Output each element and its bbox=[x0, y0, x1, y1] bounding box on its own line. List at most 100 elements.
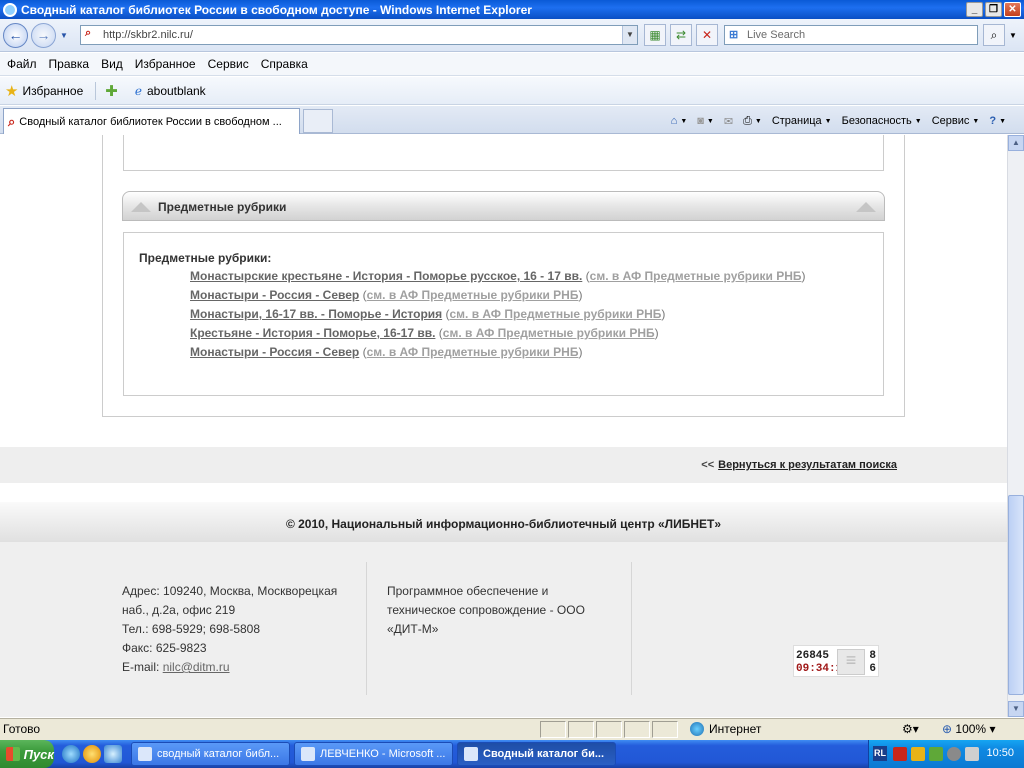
start-label: Пуск bbox=[23, 746, 54, 762]
status-pane bbox=[540, 721, 566, 738]
maximize-button[interactable]: ❐ bbox=[985, 2, 1002, 17]
collapse-right-icon[interactable] bbox=[856, 202, 876, 212]
section-title: Предметные рубрики bbox=[158, 200, 287, 214]
address-line: Адрес: 109240, Москва, Москворецкая bbox=[122, 584, 338, 598]
tray-app-icon[interactable] bbox=[947, 747, 961, 761]
language-indicator[interactable]: RL bbox=[873, 746, 887, 761]
subject-link[interactable]: Монастыри - Россия - Север bbox=[190, 288, 359, 302]
back-to-results-link[interactable]: Вернуться к результатам поиска bbox=[718, 459, 897, 471]
copyright-text: © 2010, Национальный информационно-библи… bbox=[285, 517, 722, 531]
rnb-subject-link[interactable]: см. в АФ Предметные рубрики РНБ bbox=[367, 288, 579, 302]
protected-mode-icon[interactable]: ⚙▾ bbox=[902, 722, 919, 736]
phone-line: Тел.: 698-5929; 698-5808 bbox=[122, 622, 261, 636]
scroll-up-icon[interactable]: ▲ bbox=[1008, 135, 1024, 151]
forward-arrow-icon[interactable]: → bbox=[31, 23, 56, 48]
tray-app-icon[interactable] bbox=[911, 747, 925, 761]
tray-volume-icon[interactable] bbox=[965, 747, 979, 761]
compatibility-view-icon[interactable]: ▦ bbox=[644, 24, 666, 46]
minimize-button[interactable]: _ bbox=[966, 2, 983, 17]
command-bar: ⌂ ▼ ◙ ▼ ✉ ⎙ ▼ Страница ▼ Безопасность ▼ Серви… bbox=[661, 110, 1006, 132]
subject-link[interactable]: Крестьяне - История - Поморье, 16-17 вв. bbox=[190, 326, 435, 340]
subjects-list: Монастырские крестьяне - История - Помор… bbox=[190, 269, 806, 364]
visit-counter[interactable]: 26845 09:34:11 ≡ 8 6 bbox=[793, 645, 879, 677]
email-link[interactable]: nilc@ditm.ru bbox=[163, 660, 230, 674]
close-button[interactable]: ✕ bbox=[1004, 2, 1021, 17]
favorites-button[interactable]: ★ Избранное bbox=[0, 82, 91, 100]
support-line: «ДИТ-М» bbox=[387, 622, 439, 636]
history-dropdown-icon[interactable]: ▼ bbox=[60, 31, 68, 40]
help-icon: ? bbox=[989, 115, 997, 127]
menu-edit[interactable]: Правка bbox=[44, 57, 95, 71]
back-arrow-icon[interactable]: ← bbox=[3, 23, 28, 48]
safety-menu[interactable]: Безопасность ▼ bbox=[842, 115, 922, 127]
rnb-subject-link[interactable]: см. в АФ Предметные рубрики РНБ bbox=[590, 269, 802, 283]
vertical-scrollbar[interactable]: ▲ ▼ bbox=[1007, 135, 1024, 717]
taskbar-button-ie-active[interactable]: Сводный каталог би... bbox=[457, 742, 616, 766]
address-url: http://skbr2.nilc.ru/ bbox=[103, 29, 193, 41]
search-placeholder: Live Search bbox=[747, 29, 806, 41]
new-tab-button[interactable] bbox=[303, 109, 333, 133]
address-input[interactable]: ⌕ http://skbr2.nilc.ru/ ▼ bbox=[80, 25, 638, 45]
address-dropdown-icon[interactable]: ▼ bbox=[622, 26, 637, 44]
menu-help[interactable]: Справка bbox=[256, 57, 313, 71]
print-button[interactable]: ⎙ ▼ bbox=[743, 115, 762, 128]
quicklaunch-media-player-icon[interactable] bbox=[83, 745, 101, 763]
fax-line: Факс: 625-9823 bbox=[122, 641, 207, 655]
windows-taskbar: Пуск сводный каталог библ... ЛЕВЧЕНКО - … bbox=[0, 740, 1024, 768]
paren-close: ) bbox=[578, 288, 583, 302]
menu-bar: Файл Правка Вид Избранное Сервис Справка bbox=[0, 53, 1024, 76]
start-button[interactable]: Пуск bbox=[0, 740, 54, 768]
subject-link[interactable]: Монастыри, 16-17 вв. - Поморье - История bbox=[190, 307, 442, 321]
menu-favorites[interactable]: Избранное bbox=[130, 57, 201, 71]
windows-flag-icon bbox=[6, 747, 20, 761]
search-input[interactable]: ⊞ Live Search bbox=[724, 25, 978, 45]
add-favorite-icon: ✚ bbox=[105, 82, 118, 100]
back-bar: << Вернуться к результатам поиска bbox=[0, 447, 1007, 483]
tray-app-icon[interactable] bbox=[929, 747, 943, 761]
tray-app-icon[interactable] bbox=[893, 747, 907, 761]
search-options-icon[interactable]: ▼ bbox=[1009, 31, 1017, 40]
subject-link[interactable]: Монастыри - Россия - Север bbox=[190, 345, 359, 359]
favorites-label: Избранное bbox=[22, 83, 84, 98]
address-line: наб., д.2а, офис 219 bbox=[122, 603, 236, 617]
page-menu[interactable]: Страница ▼ bbox=[772, 115, 832, 127]
scroll-thumb[interactable] bbox=[1008, 495, 1024, 695]
favorite-link-aboutblank[interactable]: ℯ aboutblank bbox=[130, 84, 214, 98]
home-button[interactable]: ⌂ ▼ bbox=[671, 115, 688, 127]
ie-logo-icon bbox=[3, 2, 17, 17]
security-zone[interactable]: Интернет bbox=[690, 722, 761, 736]
rnb-subject-link[interactable]: см. в АФ Предметные рубрики РНБ bbox=[367, 345, 579, 359]
subject-link[interactable]: Монастырские крестьяне - История - Помор… bbox=[190, 269, 582, 283]
taskbar-button-ie-search[interactable]: сводный каталог библ... bbox=[131, 742, 290, 766]
live-search-logo-icon: ⊞ bbox=[729, 29, 739, 41]
stop-icon[interactable]: ✕ bbox=[696, 24, 718, 46]
menu-view[interactable]: Вид bbox=[96, 57, 128, 71]
status-pane bbox=[568, 721, 594, 738]
read-mail-button[interactable]: ✉ bbox=[724, 115, 733, 128]
taskbar-button-word[interactable]: ЛЕВЧЕНКО - Microsoft ... bbox=[294, 742, 453, 766]
subjects-section-header[interactable]: Предметные рубрики bbox=[122, 191, 885, 221]
add-to-favorites-bar-button[interactable]: ✚ bbox=[100, 82, 130, 100]
rss-icon: ◙ bbox=[697, 115, 704, 127]
rnb-subject-link[interactable]: см. в АФ Предметные рубрики РНБ bbox=[443, 326, 655, 340]
tab-active[interactable]: ⌕ Сводный каталог библиотек России в сво… bbox=[3, 108, 300, 134]
footer-divider bbox=[366, 562, 367, 695]
scroll-down-icon[interactable]: ▼ bbox=[1008, 701, 1024, 717]
counter-visits: 26845 bbox=[796, 650, 830, 662]
quicklaunch-desktop-icon[interactable] bbox=[104, 745, 122, 763]
copyright-bar: © 2010, Национальный информационно-библи… bbox=[0, 502, 1007, 542]
help-button[interactable]: ? ▼ bbox=[989, 115, 1006, 127]
print-icon: ⎙ bbox=[743, 114, 752, 127]
search-icon[interactable]: ⌕ bbox=[983, 24, 1005, 46]
feeds-button[interactable]: ◙ ▼ bbox=[697, 115, 714, 127]
menu-file[interactable]: Файл bbox=[2, 57, 42, 71]
rnb-subject-link[interactable]: см. в АФ Предметные рубрики РНБ bbox=[450, 307, 662, 321]
list-item: Монастыри - Россия - Север (см. в АФ Пре… bbox=[190, 345, 806, 364]
ie-icon bbox=[464, 747, 478, 761]
refresh-icon[interactable]: ⇄ bbox=[670, 24, 692, 46]
tools-menu[interactable]: Сервис ▼ bbox=[932, 115, 980, 127]
quicklaunch-ie-icon[interactable] bbox=[62, 745, 80, 763]
zoom-level[interactable]: ⊕ 100% ▾ bbox=[942, 722, 995, 736]
internet-zone-globe-icon bbox=[690, 722, 704, 736]
menu-tools[interactable]: Сервис bbox=[203, 57, 254, 71]
